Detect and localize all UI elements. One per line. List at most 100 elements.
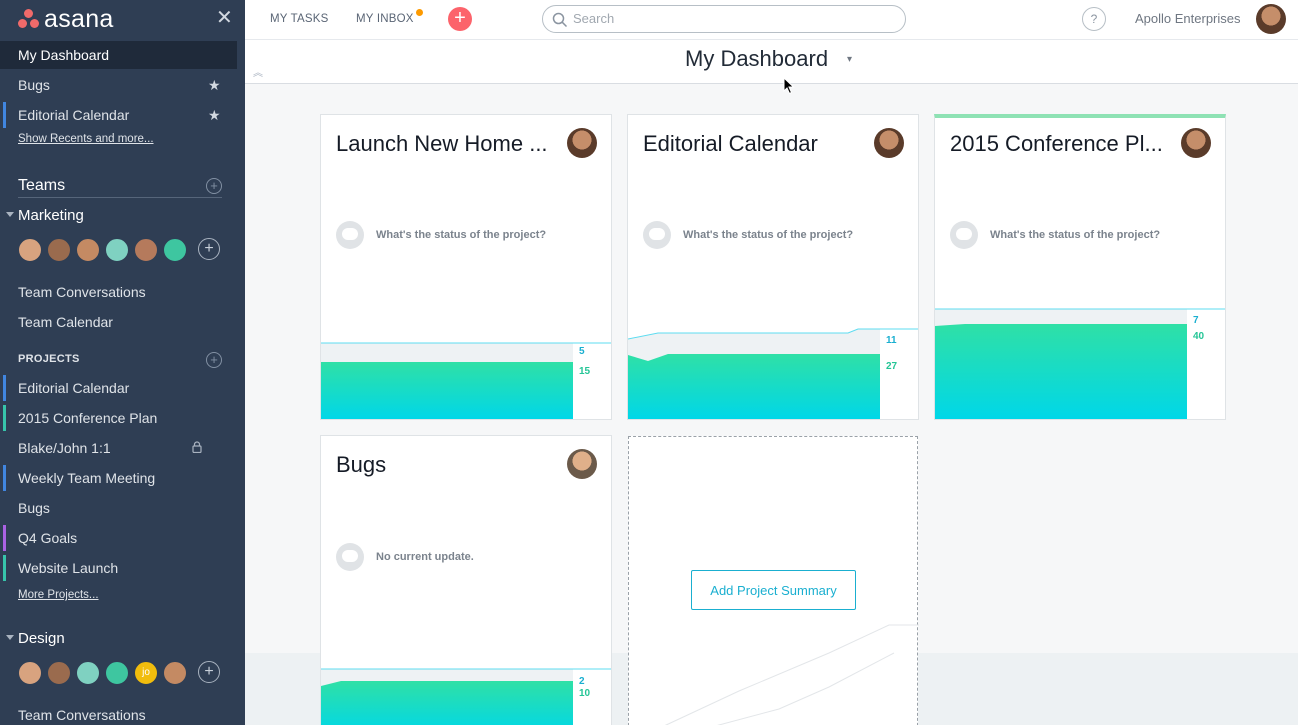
sidebar-item-project[interactable]: Bugs [0, 494, 237, 522]
sidebar-item-team-conversations[interactable]: Team Conversations [0, 278, 237, 306]
add-project-summary-button[interactable]: Add Project Summary [691, 570, 856, 610]
more-projects-link[interactable]: More Projects... [18, 589, 99, 601]
remaining-count: 7 [1193, 315, 1199, 326]
team-name-design[interactable]: Design [18, 630, 65, 647]
avatar[interactable] [105, 661, 129, 685]
owner-avatar[interactable] [567, 128, 597, 158]
placeholder-chart-decoration [664, 624, 919, 725]
add-team-icon[interactable]: + [206, 178, 222, 194]
project-summary-card[interactable]: 2015 Conference Pl... What's the status … [934, 114, 1226, 420]
logo-text: asana [44, 5, 114, 33]
card-title[interactable]: Bugs [336, 452, 566, 478]
search-icon [552, 12, 568, 28]
remaining-count: 5 [579, 346, 585, 357]
sidebar-item-team-calendar[interactable]: Team Calendar [0, 308, 237, 336]
inbox-notification-dot [416, 9, 423, 16]
status-prompt[interactable]: What's the status of the project? [683, 229, 853, 241]
owner-avatar[interactable] [567, 449, 597, 479]
burnup-chart [628, 328, 918, 419]
organization-name[interactable]: Apollo Enterprises [1135, 11, 1241, 26]
sidebar-item-label: Blake/John 1:1 [18, 440, 111, 456]
avatar[interactable] [134, 238, 158, 262]
team-name-marketing[interactable]: Marketing [18, 207, 84, 224]
avatar[interactable]: jo [134, 661, 158, 685]
sidebar-item-my-dashboard[interactable]: My Dashboard [0, 41, 237, 69]
sidebar-item-label: Team Calendar [18, 314, 113, 330]
burnup-chart [935, 308, 1225, 419]
page-title[interactable]: My Dashboard [685, 46, 828, 72]
project-summary-card[interactable]: Editorial Calendar What's the status of … [627, 114, 919, 420]
sidebar-item-label: Editorial Calendar [18, 107, 130, 123]
sidebar-item-bugs[interactable]: Bugs ★ [0, 71, 237, 99]
sidebar-item-label: Editorial Calendar [18, 380, 130, 396]
sidebar-item-editorial-calendar[interactable]: Editorial Calendar ★ [0, 101, 237, 129]
status-update[interactable]: No current update. [376, 551, 474, 563]
owner-avatar[interactable] [1181, 128, 1211, 158]
teams-heading[interactable]: Teams [18, 177, 65, 195]
sidebar: asana ✕ My Dashboard Bugs ★ Editorial Ca… [0, 0, 245, 725]
owner-avatar[interactable] [874, 128, 904, 158]
project-color-bar [3, 465, 6, 491]
add-member-icon[interactable]: + [198, 238, 220, 260]
quick-add-button[interactable]: + [448, 7, 472, 31]
projects-heading: PROJECTS [18, 353, 80, 365]
sidebar-item-project[interactable]: 2015 Conference Plan [0, 404, 237, 432]
star-icon[interactable]: ★ [208, 77, 221, 94]
avatar[interactable] [163, 238, 187, 262]
project-color-bar [3, 375, 6, 401]
avatar[interactable] [47, 238, 71, 262]
add-project-summary-placeholder[interactable]: Add Project Summary [628, 436, 919, 725]
comment-bubble-icon [336, 221, 364, 249]
sidebar-item-project[interactable]: Blake/John 1:1 [0, 434, 237, 462]
search-bar[interactable] [542, 5, 906, 33]
avatar[interactable] [163, 661, 187, 685]
add-member-icon[interactable]: + [198, 661, 220, 683]
search-input[interactable] [573, 11, 893, 26]
remaining-count: 2 [579, 676, 585, 687]
collapse-triangle-icon[interactable] [6, 635, 14, 640]
card-title[interactable]: Launch New Home ... [336, 131, 566, 157]
completed-count: 15 [579, 366, 591, 377]
sidebar-item-label: Team Conversations [18, 284, 146, 300]
collapse-triangle-icon[interactable] [6, 212, 14, 217]
user-avatar[interactable] [1256, 4, 1286, 34]
my-inbox-link[interactable]: MY INBOX [356, 13, 414, 25]
card-title[interactable]: 2015 Conference Pl... [950, 131, 1180, 157]
card-title[interactable]: Editorial Calendar [643, 131, 873, 157]
project-summary-card[interactable]: Launch New Home ... What's the status of… [320, 114, 612, 420]
show-recents-link[interactable]: Show Recents and more... [18, 133, 154, 145]
sidebar-item-label: 2015 Conference Plan [18, 410, 158, 426]
my-tasks-link[interactable]: MY TASKS [270, 13, 328, 25]
avatar[interactable] [18, 238, 42, 262]
avatar[interactable] [105, 238, 129, 262]
collapse-header-icon[interactable]: ︽ [253, 64, 263, 79]
avatar[interactable] [18, 661, 42, 685]
star-icon[interactable]: ★ [208, 107, 221, 124]
project-summary-card[interactable]: Bugs No current update. 2 10 [320, 435, 612, 725]
completed-count: 40 [1193, 331, 1205, 342]
asana-logo-icon [18, 9, 40, 29]
sidebar-item-label: Bugs [18, 500, 50, 516]
sidebar-item-project[interactable]: Website Launch [0, 554, 237, 582]
design-team-members: jo + [18, 661, 220, 685]
asana-logo[interactable]: asana [18, 5, 114, 33]
status-prompt[interactable]: What's the status of the project? [376, 229, 546, 241]
add-project-icon[interactable]: + [206, 352, 222, 368]
close-sidebar-icon[interactable]: ✕ [216, 8, 233, 28]
chevron-down-icon[interactable]: ▾ [847, 54, 852, 65]
sidebar-item-team-conversations[interactable]: Team Conversations [0, 701, 237, 725]
sidebar-item-project[interactable]: Editorial Calendar [0, 374, 237, 402]
avatar[interactable] [76, 661, 100, 685]
avatar[interactable] [47, 661, 71, 685]
comment-bubble-icon [643, 221, 671, 249]
help-button[interactable]: ? [1082, 7, 1106, 31]
status-prompt[interactable]: What's the status of the project? [990, 229, 1160, 241]
sidebar-item-label: Team Conversations [18, 707, 146, 723]
sidebar-item-project[interactable]: Q4 Goals [0, 524, 237, 552]
sidebar-item-project[interactable]: Weekly Team Meeting [0, 464, 237, 492]
sidebar-item-label: Website Launch [18, 560, 119, 576]
burnup-chart [321, 342, 611, 419]
avatar[interactable] [76, 238, 100, 262]
completed-area [321, 362, 573, 419]
project-color-bar [3, 525, 6, 551]
